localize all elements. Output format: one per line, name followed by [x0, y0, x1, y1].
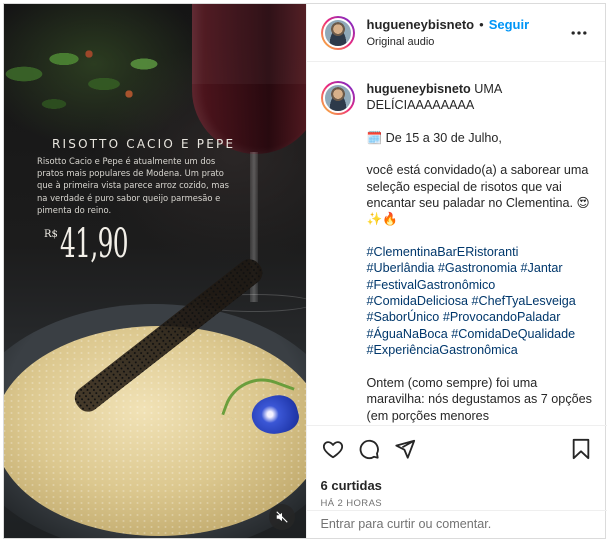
heart-icon	[322, 441, 343, 459]
comments-section[interactable]: hugueneybisneto UMA DELÍCIAAAAAAAA 🗓️ De…	[307, 63, 607, 425]
dish-title: RISOTTO CACIO E PEPE	[52, 137, 236, 151]
more-options-button[interactable]	[567, 21, 591, 45]
username-link[interactable]: hugueneybisneto	[367, 17, 475, 32]
dish-description: Risotto Cacio e Pepe é atualmente um dos…	[37, 156, 229, 215]
avatar-image	[322, 17, 353, 48]
caption-followup: Ontem (como sempre) foi uma maravilha: n…	[366, 375, 592, 423]
hashtag-link[interactable]: #ÁguaNaBoca	[367, 327, 448, 341]
post-dialog: RISOTTO CACIO E PEPE Risotto Cacio e Pep…	[3, 3, 607, 539]
hashtag-link[interactable]: #ExperiênciaGastronômica	[367, 343, 518, 357]
caption-hashtags: #ClementinaBarERistoranti #Uberlândia #G…	[367, 244, 593, 359]
follow-button[interactable]: Seguir	[489, 17, 529, 32]
share-button[interactable]	[393, 437, 417, 461]
caption-invite: você está convidado(a) a saborear uma se…	[366, 163, 590, 227]
audio-link[interactable]: Original audio	[367, 36, 568, 48]
login-link[interactable]: Entrar	[321, 517, 355, 531]
add-comment-prompt: para curtir ou comentar.	[354, 517, 492, 531]
like-button[interactable]	[321, 437, 345, 461]
post-actions: 6 curtidas HÁ 2 HORAS	[306, 425, 607, 509]
price-currency: R$	[44, 229, 58, 240]
caption: hugueneybisneto UMA DELÍCIAAAAAAAA 🗓️ De…	[320, 81, 593, 425]
action-icons-row	[321, 436, 593, 462]
post-side-panel: hugueneybisneto • Seguir Original audio	[305, 4, 607, 538]
hashtag-link[interactable]: #Gastronomia	[438, 261, 517, 275]
add-comment-bar: Entrar para curtir ou comentar.	[306, 510, 607, 538]
hashtag-link[interactable]: #FestivalGastronômico	[367, 278, 496, 292]
avatar[interactable]	[320, 15, 355, 50]
hashtag-link[interactable]: #ComidaDeliciosa	[367, 294, 469, 308]
caption-body: hugueneybisneto UMA DELÍCIAAAAAAAA 🗓️ De…	[367, 81, 593, 425]
mute-button[interactable]	[269, 504, 295, 530]
hashtag-link[interactable]: #ClementinaBarERistoranti	[367, 245, 519, 259]
hashtag-link[interactable]: #ProvocandoPaladar	[443, 310, 561, 324]
caption-avatar[interactable]	[320, 81, 355, 115]
hashtag-link[interactable]: #SaborÚnico	[367, 310, 440, 324]
post-timestamp[interactable]: HÁ 2 HORAS	[321, 498, 593, 509]
wine-glass-highlight	[192, 4, 306, 84]
hashtag-link[interactable]: #ComidaDeQualidade	[451, 327, 575, 341]
price: R$ 41,90	[44, 223, 169, 265]
background-plants	[4, 34, 184, 144]
caption-intro: hugueneybisneto UMA DELÍCIAAAAAAAA	[367, 81, 593, 114]
caption-username[interactable]: hugueneybisneto	[367, 82, 471, 96]
hashtag-link[interactable]: #ChefTyaLesveiga	[472, 294, 576, 308]
header-text: hugueneybisneto • Seguir Original audio	[367, 17, 568, 48]
speaker-muted-icon	[276, 511, 288, 523]
post-media[interactable]: RISOTTO CACIO E PEPE Risotto Cacio e Pep…	[4, 4, 306, 538]
avatar-image	[322, 83, 353, 113]
comment-icon	[359, 439, 379, 460]
comment-button[interactable]	[357, 437, 381, 461]
likes-count[interactable]: 6 curtidas	[321, 478, 593, 493]
bookmark-icon	[572, 438, 589, 460]
caption-date-line: 🗓️ De 15 a 30 de Julho,	[366, 130, 502, 145]
separator-dot: •	[479, 17, 484, 32]
more-horizontal-icon	[571, 30, 587, 35]
save-button[interactable]	[569, 437, 593, 461]
hashtag-link[interactable]: #Jantar	[521, 261, 563, 275]
post-header: hugueneybisneto • Seguir Original audio	[306, 4, 605, 62]
price-value: 41,90	[59, 221, 129, 267]
hashtag-link[interactable]: #Uberlândia	[367, 261, 435, 275]
header-line: hugueneybisneto • Seguir	[367, 17, 568, 32]
paper-plane-icon	[394, 439, 415, 459]
